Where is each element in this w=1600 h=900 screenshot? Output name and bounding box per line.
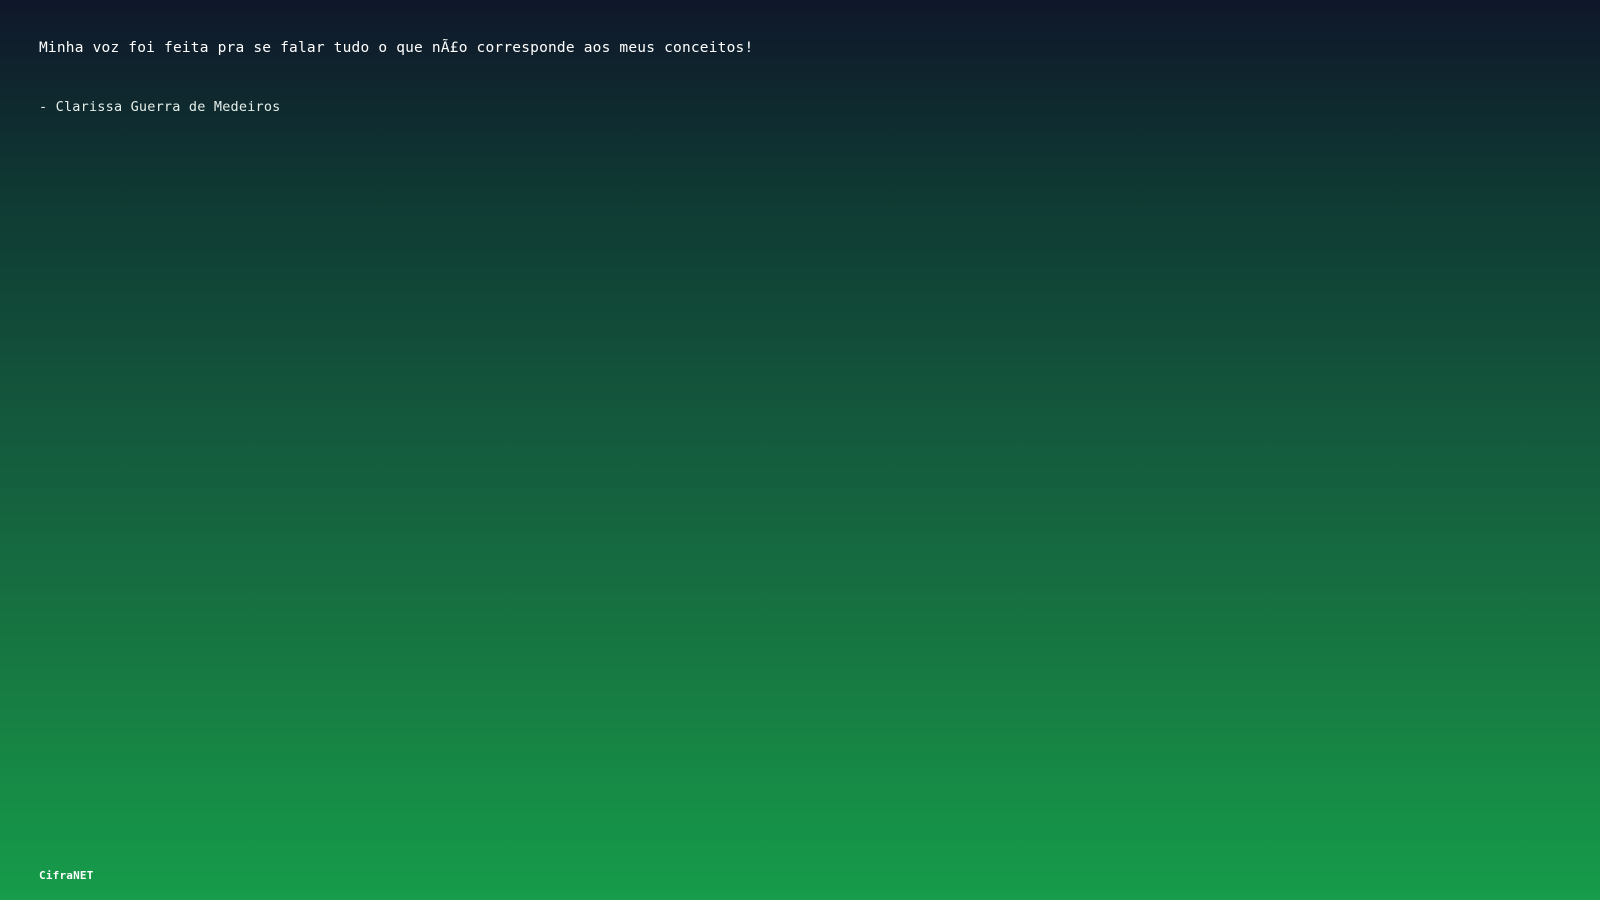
quote-author: - Clarissa Guerra de Medeiros bbox=[39, 99, 281, 115]
brand-logo-text: CifraNET bbox=[39, 869, 94, 882]
quote-text: Minha voz foi feita pra se falar tudo o … bbox=[39, 40, 754, 56]
quote-block: Minha voz foi feita pra se falar tudo o … bbox=[39, 38, 1439, 116]
